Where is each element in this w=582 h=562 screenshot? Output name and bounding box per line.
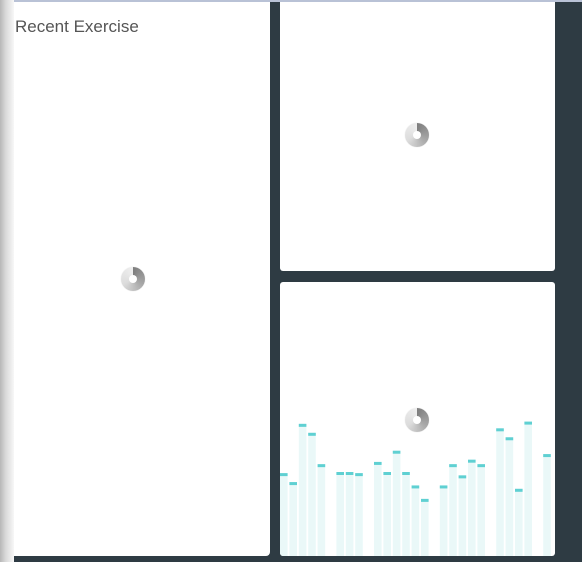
chart-bar-fill xyxy=(505,437,514,556)
bottom-right-card xyxy=(280,282,555,556)
chart-bar-cap xyxy=(402,472,410,475)
chart-bar xyxy=(374,461,382,556)
chart-bar xyxy=(298,423,307,556)
chart-bar-fill xyxy=(421,498,429,556)
chart-bar-fill xyxy=(298,423,307,556)
chart-bar-fill xyxy=(439,485,448,556)
chart-bar-fill xyxy=(345,472,354,556)
chart-bar xyxy=(317,464,326,556)
chart-bar-cap xyxy=(449,464,457,468)
chart-bar xyxy=(308,432,316,556)
chart-bar-cap xyxy=(392,450,401,454)
chart-bar-cap xyxy=(383,472,391,475)
loading-spinner-icon xyxy=(405,123,429,147)
loading-spinner-icon xyxy=(121,267,145,291)
chart-bar xyxy=(505,437,514,556)
chart-bar xyxy=(449,464,457,556)
recent-exercise-title: Recent Exercise xyxy=(15,17,139,36)
chart-bar xyxy=(421,498,429,556)
chart-bar-cap xyxy=(345,472,354,475)
chart-bar-fill xyxy=(289,482,297,556)
chart-bar xyxy=(392,450,401,556)
chart-bar xyxy=(439,485,448,556)
chart-bar-cap xyxy=(280,473,288,477)
chart-bar xyxy=(355,473,363,556)
chart-bar-fill xyxy=(449,464,457,556)
chart-bar-fill xyxy=(336,472,344,556)
chart-bar-fill xyxy=(515,488,523,556)
chart-bar-fill xyxy=(477,464,485,556)
chart-bar-cap xyxy=(355,473,363,477)
chart-bar-cap xyxy=(439,485,448,489)
chart-bar-fill xyxy=(392,450,401,556)
chart-bar-fill xyxy=(543,454,551,556)
chart-bar xyxy=(280,473,288,556)
chart-bar xyxy=(383,472,391,556)
chart-bar-fill xyxy=(496,428,504,556)
chart-bar xyxy=(524,421,532,556)
chart-bar-cap xyxy=(411,485,420,489)
chart-bar-fill xyxy=(355,473,363,556)
chart-bar-fill xyxy=(280,473,288,556)
chart-bar-fill xyxy=(374,461,382,556)
chart-bar-cap xyxy=(298,423,307,427)
left-edge-shadow xyxy=(0,0,14,562)
chart-bar xyxy=(496,428,504,556)
chart-bar-cap xyxy=(317,464,326,468)
chart-bar-cap xyxy=(421,498,429,502)
chart-bar xyxy=(402,472,410,556)
chart-bar xyxy=(515,488,523,556)
chart-bar-cap xyxy=(468,459,476,463)
chart-bar-cap xyxy=(477,464,485,468)
chart-bar xyxy=(477,464,485,556)
chart-bar-fill xyxy=(458,475,467,556)
chart-bar xyxy=(411,485,420,556)
chart-bar-cap xyxy=(505,437,514,441)
top-right-card xyxy=(280,2,555,271)
chart-bar-cap xyxy=(524,421,532,425)
chart-bar-fill xyxy=(468,459,476,556)
chart-bar xyxy=(458,475,467,556)
chart-bar-fill xyxy=(383,472,391,556)
chart-bar-cap xyxy=(374,461,382,465)
chart-bar-cap xyxy=(458,475,467,479)
chart-bar-cap xyxy=(496,428,504,432)
chart-bar-fill xyxy=(308,432,316,556)
chart-bar xyxy=(468,459,476,556)
chart-bar xyxy=(345,472,354,556)
chart-bar-cap xyxy=(289,482,297,486)
chart-bar-cap xyxy=(336,472,344,475)
chart-bar-fill xyxy=(411,485,420,556)
chart-bar-cap xyxy=(308,432,316,436)
recent-exercise-card: Recent Exercise xyxy=(0,2,270,556)
loading-spinner-icon xyxy=(405,408,429,432)
chart-bar xyxy=(543,454,551,556)
chart-bar xyxy=(336,472,344,556)
chart-bar-fill xyxy=(402,472,410,556)
chart-bar-fill xyxy=(317,464,326,556)
chart-bar-cap xyxy=(543,454,551,458)
chart-bar xyxy=(289,482,297,556)
chart-bar-fill xyxy=(524,421,532,556)
chart-bar-cap xyxy=(515,488,523,492)
